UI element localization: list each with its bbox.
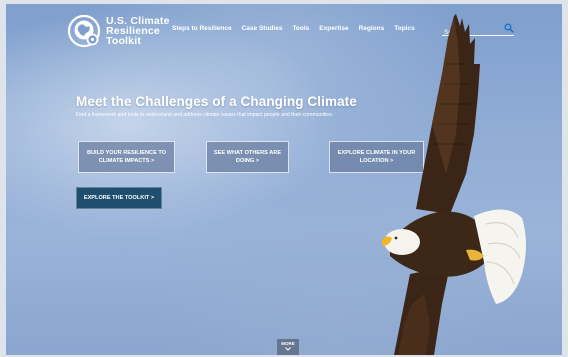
hero-subline: Find a framework and tools to understand… xyxy=(76,112,334,118)
hero-screen: U.S. Climate Resilience Toolkit Steps to… xyxy=(6,4,562,355)
explore-toolkit-button[interactable]: EXPLORE THE TOOLKIT > xyxy=(76,187,162,209)
site-logo[interactable]: U.S. Climate Resilience Toolkit xyxy=(66,13,170,49)
nav-tools[interactable]: Tools xyxy=(292,25,309,32)
logo-wordmark: U.S. Climate Resilience Toolkit xyxy=(106,16,170,47)
logo-line-3: Toolkit xyxy=(106,35,142,47)
chevron-down-icon xyxy=(285,347,291,351)
nav-case-studies[interactable]: Case Studies xyxy=(242,25,283,32)
nav-expertise[interactable]: Expertise xyxy=(319,25,348,32)
climate-toolkit-logo-icon xyxy=(67,14,101,48)
build-resilience-button[interactable]: BUILD YOUR RESILIENCE TO CLIMATE IMPACTS… xyxy=(78,141,175,173)
more-button[interactable]: MORE xyxy=(277,339,299,355)
nav-steps-to-resilience[interactable]: Steps to Resilience xyxy=(172,25,232,32)
see-what-others-button[interactable]: SEE WHAT OTHERS ARE DOING > xyxy=(206,141,289,173)
hero-headline: Meet the Challenges of a Changing Climat… xyxy=(76,94,357,109)
bald-eagle-image xyxy=(382,14,526,355)
